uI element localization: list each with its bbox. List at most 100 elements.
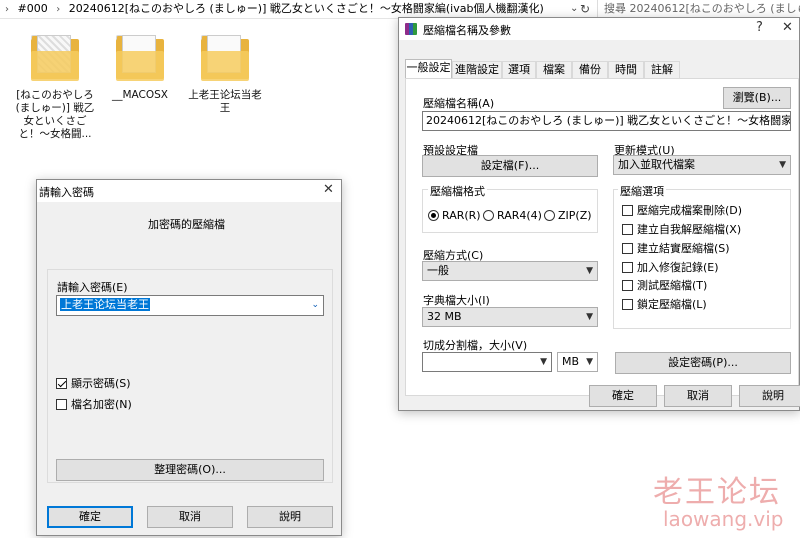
breadcrumb-segment-1[interactable]: #000 [18, 0, 48, 18]
checkbox-icon [56, 399, 67, 410]
checkbox-checked-icon [56, 378, 67, 389]
chevron-down-icon[interactable]: ⌄ [570, 0, 578, 18]
split-unit-select[interactable]: MB ▼ [557, 352, 598, 372]
tab-time[interactable]: 時間 [608, 61, 644, 79]
radio-icon [483, 210, 494, 221]
chevron-down-icon: ⌄ [311, 300, 319, 310]
checkbox-icon [622, 243, 633, 254]
archive-dialog-titlebar[interactable]: 壓縮檔名稱及參數 ? ✕ [399, 18, 799, 40]
watermark-url: laowang.vip [663, 507, 784, 531]
checkbox-icon [622, 262, 633, 273]
password-dialog-titlebar[interactable]: 請輸入密碼 ✕ [37, 180, 341, 202]
format-rar4-label: RAR4(4) [497, 209, 542, 222]
browse-button[interactable]: 瀏覽(B)... [723, 87, 791, 109]
help-button[interactable]: 說明 [739, 385, 800, 407]
update-mode-value: 加入並取代檔案 [618, 158, 695, 171]
folder-item[interactable]: __MACOSX [100, 33, 180, 102]
checkbox-icon [622, 205, 633, 216]
option-label: 加入修復記錄(E) [637, 261, 719, 274]
method-select[interactable]: 一般 ▼ [422, 261, 598, 281]
option-test[interactable]: 測試壓縮檔(T) [622, 279, 707, 293]
split-unit-value: MB [562, 355, 580, 368]
password-input[interactable]: 上老王论坛当老王 ⌄ [56, 295, 324, 316]
folder-icon [114, 33, 166, 85]
folder-icon [199, 33, 251, 85]
password-dialog-title: 請輸入密碼 [39, 186, 94, 199]
refresh-icon[interactable]: ↻ [580, 0, 590, 18]
format-group-label: 壓縮檔格式 [428, 183, 487, 199]
password-dialog-subtitle: 加密碼的壓縮檔 [148, 218, 225, 231]
dict-size-value: 32 MB [427, 310, 462, 323]
ok-button[interactable]: 確定 [47, 506, 133, 528]
archive-dialog: 壓縮檔名稱及參數 ? ✕ 一般設定 進階設定 選項 檔案 備份 時間 註解 壓縮… [398, 17, 800, 411]
general-tab-panel: 壓縮檔名稱(A) 瀏覽(B)... 20240612[ねこのおやしろ (ましゅー… [405, 78, 799, 396]
split-size-input[interactable]: ▼ [422, 352, 552, 372]
tab-comment[interactable]: 註解 [644, 61, 680, 79]
split-label: 切成分割檔，大小(V) [423, 339, 528, 352]
chevron-down-icon: ▼ [586, 266, 593, 276]
password-value: 上老王论坛当老王 [60, 298, 150, 311]
show-password-checkbox[interactable]: 顯示密碼(S) [56, 377, 131, 391]
tab-general[interactable]: 一般設定 [405, 59, 452, 80]
format-zip-radio[interactable]: ZIP(Z) [544, 209, 592, 222]
encrypt-names-checkbox[interactable]: 檔名加密(N) [56, 398, 132, 412]
breadcrumb-segment-2[interactable]: 20240612[ねこのおやしろ (ましゅー)] 戦乙女といくさごと！～女格闘家… [69, 0, 544, 18]
option-label: 壓縮完成檔案刪除(D) [637, 204, 743, 217]
chevron-right-icon: › [5, 4, 9, 15]
checkbox-icon [622, 224, 633, 235]
show-password-label: 顯示密碼(S) [71, 377, 131, 390]
archive-dialog-title: 壓縮檔名稱及參數 [423, 24, 511, 37]
format-rar4-radio[interactable]: RAR4(4) [483, 209, 542, 222]
radio-selected-icon [428, 210, 439, 221]
option-label: 鎖定壓縮檔(L) [637, 298, 707, 311]
folder-name: __MACOSX [111, 89, 168, 101]
archive-name-label: 壓縮檔名稱(A) [423, 97, 495, 110]
password-dialog: 請輸入密碼 ✕ 加密碼的壓縮檔 請輸入密碼(E) 上老王论坛当老王 ⌄ 顯示密碼… [36, 179, 342, 536]
close-icon[interactable]: ✕ [323, 182, 334, 197]
chevron-down-icon: ▼ [540, 357, 547, 367]
close-icon[interactable]: ✕ [782, 20, 793, 35]
radio-icon [544, 210, 555, 221]
tab-advanced[interactable]: 進階設定 [452, 61, 502, 79]
method-value: 一般 [427, 264, 449, 277]
address-bar[interactable]: › #000 › 20240612[ねこのおやしろ (ましゅー)] 戦乙女といく… [0, 0, 590, 18]
archive-name-field[interactable]: 20240612[ねこのおやしろ (ましゅー)] 戦乙女といくさごと！～女格闘家… [422, 111, 791, 131]
format-rar-label: RAR(R) [442, 209, 481, 222]
update-mode-select[interactable]: 加入並取代檔案 ▼ [613, 155, 791, 175]
folder-item[interactable]: [ねこのおやしろ (ましゅー)] 戦乙女といくさごと！～女格闘... [15, 33, 95, 141]
option-lock[interactable]: 鎖定壓縮檔(L) [622, 298, 707, 312]
format-rar-radio[interactable]: RAR(R) [428, 209, 481, 222]
folder-name: [ねこのおやしろ (ましゅー)] 戦乙女といくさごと！～女格闘... [15, 89, 95, 140]
dict-size-select[interactable]: 32 MB ▼ [422, 307, 598, 327]
help-icon[interactable]: ? [756, 20, 763, 35]
folder-name: 上老王论坛当老王 [188, 89, 262, 114]
tab-backup[interactable]: 備份 [572, 61, 608, 79]
organize-passwords-button[interactable]: 整理密碼(O)... [56, 459, 324, 481]
tab-options[interactable]: 選項 [502, 61, 536, 79]
set-password-button[interactable]: 設定密碼(P)... [615, 352, 791, 374]
folder-item[interactable]: 上老王论坛当老王 [185, 33, 265, 115]
checkbox-icon [622, 280, 633, 291]
cancel-button[interactable]: 取消 [147, 506, 233, 528]
chevron-down-icon: ▼ [779, 160, 786, 170]
folder-icon [29, 33, 81, 85]
format-zip-label: ZIP(Z) [558, 209, 592, 222]
profiles-button[interactable]: 設定檔(F)... [422, 155, 598, 177]
options-group-label: 壓縮選項 [618, 183, 666, 199]
watermark-text: 老王论坛 [653, 475, 781, 510]
option-sfx[interactable]: 建立自我解壓縮檔(X) [622, 223, 741, 237]
winrar-icon [405, 23, 417, 35]
option-label: 建立結實壓縮檔(S) [637, 242, 730, 255]
checkbox-icon [622, 299, 633, 310]
tab-files[interactable]: 檔案 [536, 61, 572, 79]
option-delete-after[interactable]: 壓縮完成檔案刪除(D) [622, 204, 742, 218]
dict-size-label: 字典檔大小(I) [423, 294, 490, 307]
ok-button[interactable]: 確定 [589, 385, 657, 407]
password-label: 請輸入密碼(E) [57, 281, 128, 294]
archive-name-value: 20240612[ねこのおやしろ (ましゅー)] 戦乙女といくさごと！～女格闘家… [426, 114, 790, 127]
option-recovery[interactable]: 加入修復記錄(E) [622, 261, 719, 275]
option-solid[interactable]: 建立結實壓縮檔(S) [622, 242, 730, 256]
help-button[interactable]: 說明 [247, 506, 333, 528]
cancel-button[interactable]: 取消 [664, 385, 732, 407]
search-input[interactable]: 搜尋 20240612[ねこのおやしろ (ましゅー)] 戦乙女といく [597, 0, 800, 18]
